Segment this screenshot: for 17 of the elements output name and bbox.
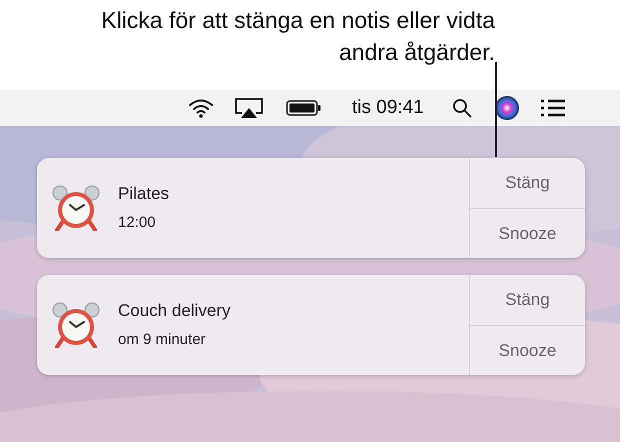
alarm-clock-icon (51, 302, 101, 348)
wifi-icon (188, 98, 214, 118)
notification-subtitle: 12:00 (118, 214, 157, 232)
alarm-clock-icon (51, 185, 101, 231)
callout-text: Klicka för att stänga en notis eller vidta andra åtgärder. (100, 6, 495, 67)
notification-title: Pilates (118, 184, 170, 204)
notification-title: Couch delivery (118, 301, 230, 321)
menu-bar-clock: tis 09:41 (352, 96, 424, 120)
notification-action-button[interactable]: Stäng (470, 275, 585, 324)
notification-action-button[interactable]: Snooze (470, 324, 585, 375)
battery-icon (286, 100, 322, 116)
notification-action-button[interactable]: Stäng (470, 158, 585, 208)
list-icon (540, 99, 566, 117)
search-icon (452, 98, 472, 118)
airplay-icon (234, 97, 264, 119)
notification-subtitle: om 9 minuter (118, 331, 207, 349)
notification-action-button[interactable]: Snooze (470, 208, 585, 258)
